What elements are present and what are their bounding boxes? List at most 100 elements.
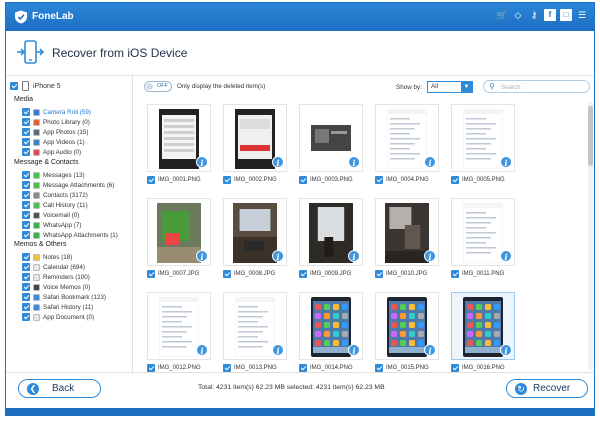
photo-checkbox[interactable]	[375, 270, 383, 278]
photo-thumbnail-frame[interactable]: i	[451, 104, 515, 172]
sidebar-category-item[interactable]: Message Attachments (6)	[22, 180, 130, 190]
deleted-only-toggle[interactable]: OFF	[144, 81, 172, 92]
back-button[interactable]: ❮ Back	[18, 379, 101, 398]
sidebar-category-item[interactable]: Reminders (100)	[22, 272, 130, 282]
sidebar-category-item[interactable]: Camera Roll (59)	[22, 107, 130, 117]
photo-thumbnail-frame[interactable]: i	[375, 104, 439, 172]
photo-tile[interactable]: i IMG_0016.PNG	[451, 292, 515, 382]
photo-checkbox[interactable]	[375, 364, 383, 372]
category-checkbox[interactable]	[22, 128, 30, 136]
category-checkbox[interactable]	[22, 181, 30, 189]
sidebar-category-item[interactable]: Voice Memos (0)	[22, 282, 130, 292]
photo-thumbnail-frame[interactable]: i	[147, 198, 211, 266]
photo-thumbnail-frame[interactable]: i	[223, 292, 287, 360]
photo-thumbnail-frame[interactable]: i	[223, 198, 287, 266]
sidebar-category-item[interactable]: App Photos (15)	[22, 127, 130, 137]
photo-checkbox[interactable]	[451, 176, 459, 184]
photo-tile[interactable]: i IMG_0003.PNG	[299, 104, 363, 194]
photo-thumbnail-frame[interactable]: i	[299, 292, 363, 360]
photo-tile[interactable]: i IMG_0014.PNG	[299, 292, 363, 382]
info-icon[interactable]: i	[272, 156, 284, 168]
category-checkbox[interactable]	[22, 211, 30, 219]
photo-tile[interactable]: i IMG_0013.PNG	[223, 292, 287, 382]
photo-tile[interactable]: i IMG_0010.JPG	[375, 198, 439, 288]
sidebar-category-item[interactable]: Call History (11)	[22, 200, 130, 210]
key-icon[interactable]: ⚷	[528, 9, 540, 21]
show-by-select[interactable]: All ▼	[427, 81, 473, 93]
photo-tile[interactable]: i IMG_0007.JPG	[147, 198, 211, 288]
info-icon[interactable]: i	[424, 156, 436, 168]
info-icon[interactable]: i	[500, 156, 512, 168]
photo-tile[interactable]: i IMG_0008.JPG	[223, 198, 287, 288]
category-checkbox[interactable]	[22, 283, 30, 291]
category-checkbox[interactable]	[22, 231, 30, 239]
info-icon[interactable]: i	[500, 250, 512, 262]
photo-thumbnail-frame[interactable]: i	[451, 198, 515, 266]
category-checkbox[interactable]	[22, 273, 30, 281]
photo-checkbox[interactable]	[147, 270, 155, 278]
info-icon[interactable]: i	[272, 250, 284, 262]
category-checkbox[interactable]	[22, 108, 30, 116]
photo-tile[interactable]: i IMG_0004.PNG	[375, 104, 439, 194]
photo-thumbnail-frame[interactable]: i	[147, 104, 211, 172]
category-checkbox[interactable]	[22, 171, 30, 179]
info-icon[interactable]: i	[196, 250, 208, 262]
category-checkbox[interactable]	[22, 138, 30, 146]
info-icon[interactable]: i	[348, 344, 360, 356]
sidebar-category-item[interactable]: Safari History (11)	[22, 302, 130, 312]
photo-thumbnail-frame[interactable]: i	[375, 292, 439, 360]
chevron-down-icon[interactable]: ▼	[461, 82, 472, 92]
photo-checkbox[interactable]	[299, 176, 307, 184]
photo-checkbox[interactable]	[299, 270, 307, 278]
photo-checkbox[interactable]	[223, 364, 231, 372]
category-checkbox[interactable]	[22, 293, 30, 301]
facebook-icon[interactable]: f	[544, 9, 556, 21]
photo-checkbox[interactable]	[223, 176, 231, 184]
sidebar-category-item[interactable]: WhatsApp (7)	[22, 220, 130, 230]
photo-tile[interactable]: i IMG_0002.PNG	[223, 104, 287, 194]
photo-tile[interactable]: i IMG_0012.PNG	[147, 292, 211, 382]
category-checkbox[interactable]	[22, 221, 30, 229]
photo-checkbox[interactable]	[451, 270, 459, 278]
photo-tile[interactable]: i IMG_0001.PNG	[147, 104, 211, 194]
category-checkbox[interactable]	[22, 313, 30, 321]
category-checkbox[interactable]	[22, 253, 30, 261]
photo-tile[interactable]: i IMG_0011.PNG	[451, 198, 515, 288]
info-icon[interactable]: i	[196, 156, 208, 168]
sidebar-category-item[interactable]: Voicemail (0)	[22, 210, 130, 220]
photo-thumbnail-frame[interactable]: i	[299, 104, 363, 172]
category-checkbox[interactable]	[22, 118, 30, 126]
search-box[interactable]: ⚲ Search	[483, 80, 590, 93]
diamond-icon[interactable]: ◇	[512, 9, 524, 21]
category-checkbox[interactable]	[22, 201, 30, 209]
search-input[interactable]: Search	[501, 84, 521, 91]
chat-icon[interactable]: □	[560, 9, 572, 21]
photo-checkbox[interactable]	[375, 176, 383, 184]
menu-icon[interactable]: ☰	[576, 9, 588, 21]
photo-tile[interactable]: i IMG_0005.PNG	[451, 104, 515, 194]
photo-thumbnail-frame[interactable]: i	[375, 198, 439, 266]
sidebar-category-item[interactable]: App Videos (1)	[22, 137, 130, 147]
recover-button[interactable]: ↻ Recover	[506, 379, 588, 398]
info-icon[interactable]: i	[500, 344, 512, 356]
photo-thumbnail-frame[interactable]: i	[451, 292, 515, 360]
sidebar-category-item[interactable]: Messages (13)	[22, 170, 130, 180]
photo-checkbox[interactable]	[299, 364, 307, 372]
photo-checkbox[interactable]	[147, 176, 155, 184]
sidebar-category-item[interactable]: WhatsApp Attachments (1)	[22, 230, 130, 240]
sidebar-category-item[interactable]: App Document (0)	[22, 312, 130, 322]
info-icon[interactable]: i	[348, 250, 360, 262]
photo-thumbnail-frame[interactable]: i	[223, 104, 287, 172]
sidebar-category-item[interactable]: Calendar (694)	[22, 262, 130, 272]
category-checkbox[interactable]	[22, 303, 30, 311]
cart-icon[interactable]: 🛒	[496, 9, 508, 21]
photo-thumbnail-frame[interactable]: i	[147, 292, 211, 360]
info-icon[interactable]: i	[348, 156, 360, 168]
device-row[interactable]: iPhone 5	[10, 80, 61, 92]
photo-checkbox[interactable]	[451, 364, 459, 372]
info-icon[interactable]: i	[424, 344, 436, 356]
photo-thumbnail-frame[interactable]: i	[299, 198, 363, 266]
category-checkbox[interactable]	[22, 191, 30, 199]
photo-checkbox[interactable]	[223, 270, 231, 278]
sidebar-category-item[interactable]: Photo Library (0)	[22, 117, 130, 127]
